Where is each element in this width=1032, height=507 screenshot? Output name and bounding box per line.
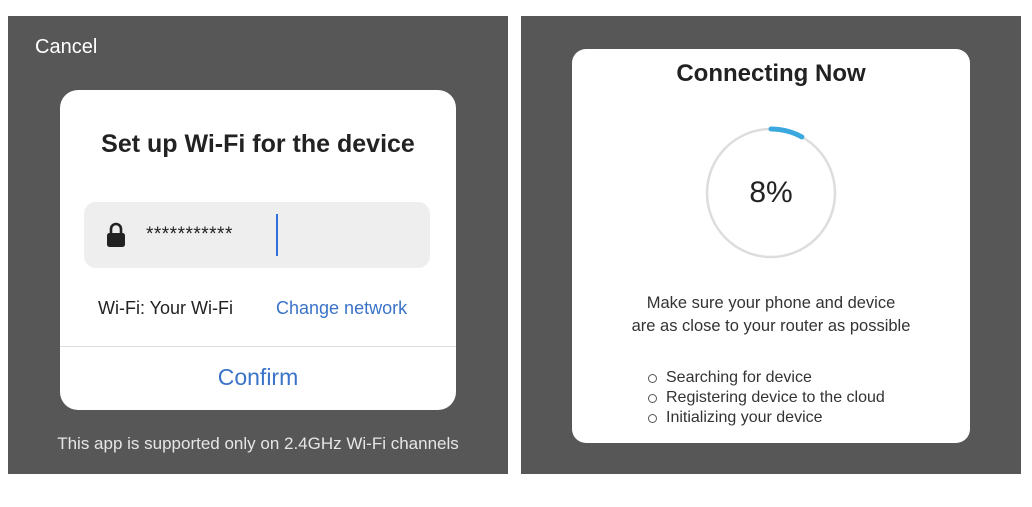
wifi-network-label: Wi-Fi: Your Wi-Fi	[98, 298, 233, 318]
password-value: ***********	[146, 224, 233, 245]
circle-icon	[648, 413, 657, 423]
cancel-button[interactable]: Cancel	[35, 36, 97, 59]
connecting-screen: Connecting Now 8% Make sure your phone a…	[521, 16, 1021, 474]
proximity-hint: Make sure your phone and device are as c…	[572, 292, 970, 338]
connection-steps: Searching for device Registering device …	[648, 368, 885, 428]
progress-percent: 8%	[749, 176, 793, 209]
step-label: Registering device to the cloud	[666, 389, 885, 406]
password-field[interactable]: ***********	[84, 202, 430, 268]
change-network-link[interactable]: Change network	[276, 298, 407, 319]
wifi-setup-screen: Cancel Set up Wi-Fi for the device *****…	[8, 16, 508, 474]
step-label: Initializing your device	[666, 409, 823, 426]
hint-line: are as close to your router as possible	[631, 317, 911, 335]
step-label: Searching for device	[666, 369, 812, 386]
hint-line: Make sure your phone and device	[646, 294, 896, 312]
step-item: Registering device to the cloud	[648, 388, 885, 408]
text-cursor	[276, 214, 278, 256]
connecting-title: Connecting Now	[676, 60, 866, 87]
circle-icon	[648, 393, 657, 403]
step-item: Initializing your device	[648, 408, 885, 428]
connecting-dialog: Connecting Now 8% Make sure your phone a…	[572, 49, 970, 443]
wifi-setup-dialog: Set up Wi-Fi for the device *********** …	[60, 90, 456, 410]
lock-icon	[107, 222, 125, 247]
step-item: Searching for device	[648, 368, 885, 388]
dialog-title: Set up Wi-Fi for the device	[101, 130, 415, 158]
support-note: This app is supported only on 2.4GHz Wi-…	[57, 434, 459, 453]
confirm-button[interactable]: Confirm	[60, 347, 456, 410]
circle-icon	[648, 373, 657, 383]
